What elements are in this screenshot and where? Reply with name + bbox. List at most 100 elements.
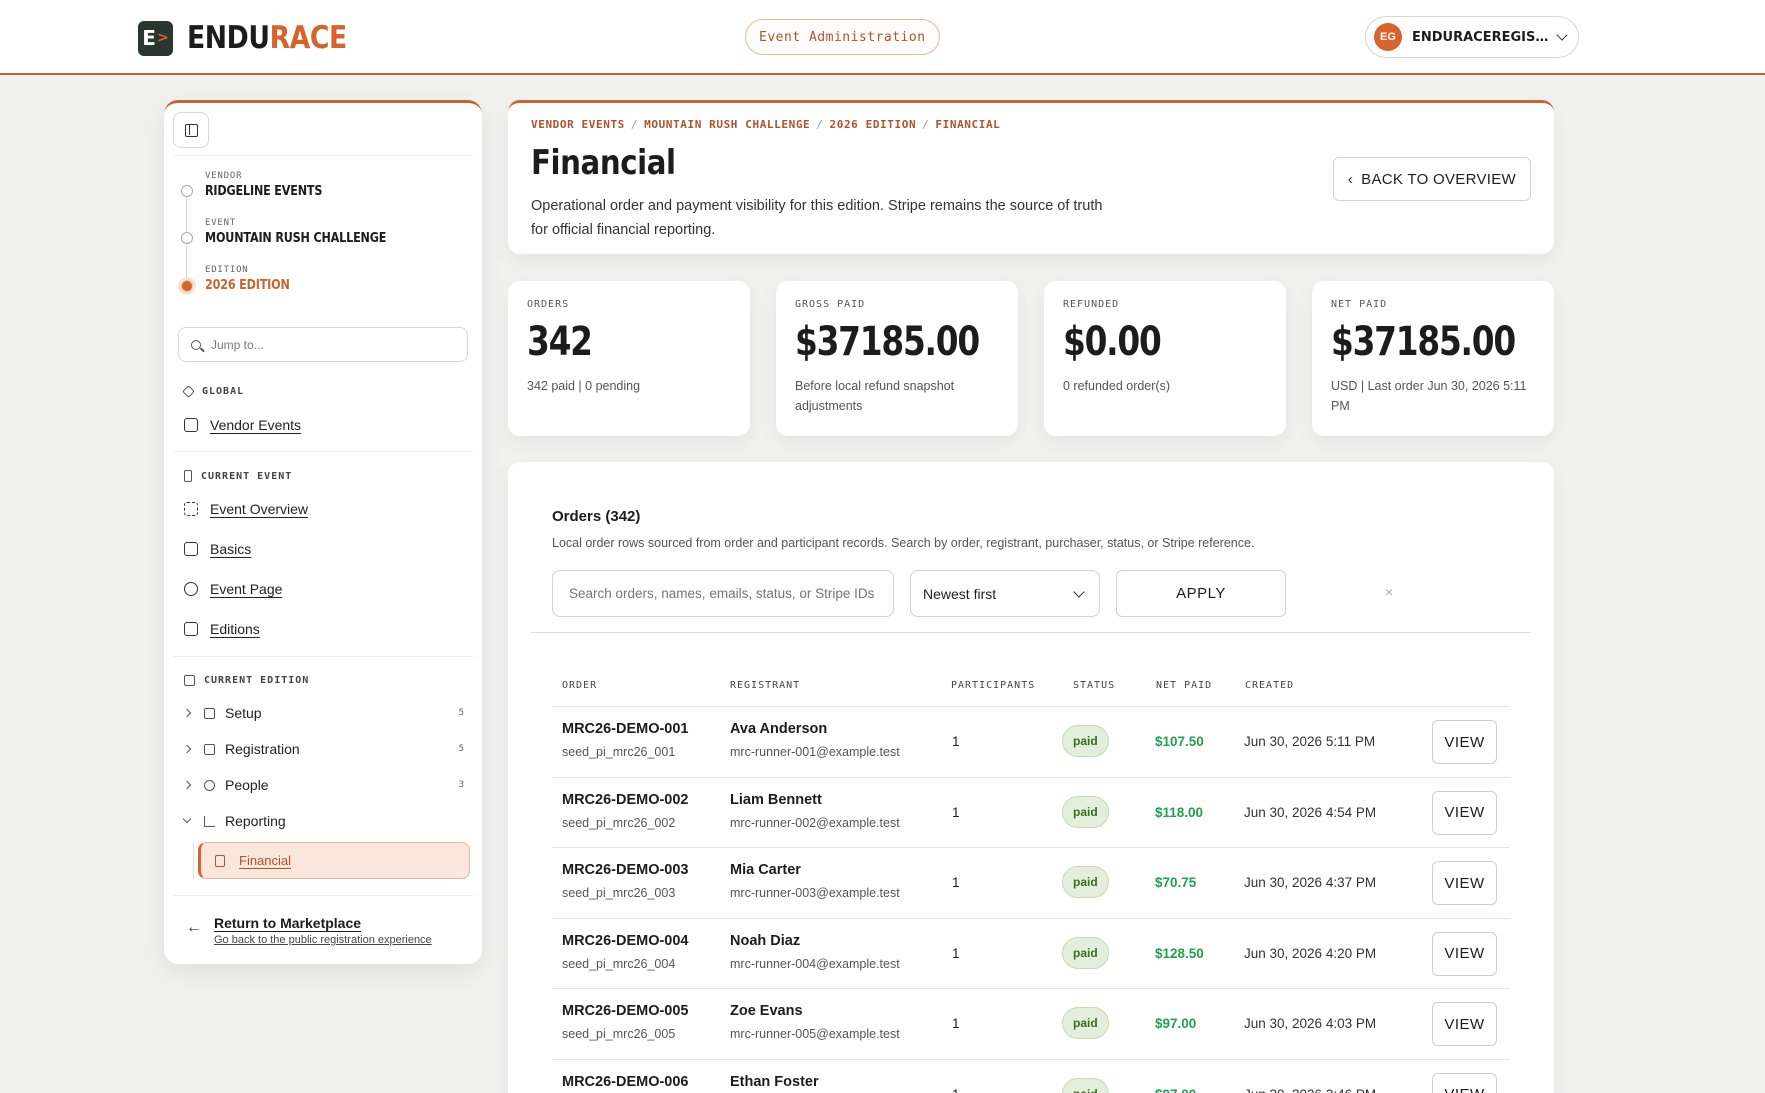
view-order-button[interactable]: VIEW xyxy=(1432,1002,1497,1046)
stat-card-orders: ORDERS 342 342 paid | 0 pending xyxy=(508,281,750,436)
order-id: MRC26-DEMO-006 xyxy=(562,1073,689,1090)
created-date: Jun 30, 2026 5:11 PM xyxy=(1244,734,1376,749)
nav-basics[interactable]: Basics xyxy=(184,541,251,557)
view-order-button[interactable]: VIEW xyxy=(1432,861,1497,905)
nav-event-overview[interactable]: Event Overview xyxy=(184,501,308,517)
registrant-name: Noah Diaz xyxy=(730,932,801,949)
registrant-cell: Noah Diaz mrc-runner-004@example.test xyxy=(730,933,900,971)
breadcrumb-item[interactable]: MOUNTAIN RUSH CHALLENGE xyxy=(644,118,810,131)
stat-subtext: Before local refund snapshot adjustments xyxy=(795,379,955,413)
net-paid-value: $107.50 xyxy=(1155,734,1204,749)
jump-placeholder: Jump to... xyxy=(211,337,264,352)
order-cell: MRC26-DEMO-002 seed_pi_mrc26_002 xyxy=(562,792,689,830)
view-order-button[interactable]: VIEW xyxy=(1432,790,1497,835)
arrow-left-icon: ← xyxy=(186,919,202,936)
order-ref: seed_pi_mrc26_002 xyxy=(562,815,676,830)
section-global: GLOBAL xyxy=(182,385,244,398)
nav-group-reporting[interactable]: Reporting xyxy=(182,813,464,829)
context-event[interactable]: EVENT MOUNTAIN RUSH CHALLENGE xyxy=(205,218,416,246)
section-heading: CURRENT EDITION xyxy=(204,675,310,686)
sidebar: VENDOR RIDGELINE EVENTS EVENT MOUNTAIN R… xyxy=(164,100,482,964)
nav-label: Financial xyxy=(239,853,292,868)
tree-dot xyxy=(181,185,193,197)
table-row[interactable]: MRC26-DEMO-001 seed_pi_mrc26_001 Ava Ander… xyxy=(552,706,1510,777)
divider xyxy=(173,656,473,657)
orders-title: Orders (342) xyxy=(552,508,641,525)
table-row[interactable]: MRC26-DEMO-003 seed_pi_mrc26_003 Mia Carte… xyxy=(552,847,1510,918)
nav-group-registration[interactable]: Registration 5 xyxy=(182,741,464,757)
table-row[interactable]: MRC26-DEMO-006seed_pi_mrc26_006 Ethan Fos… xyxy=(552,1058,1510,1093)
calendar-icon xyxy=(184,622,198,636)
participants-count: 1 xyxy=(952,1087,960,1093)
stat-value: $37185.00 xyxy=(795,319,980,365)
nav-label: Setup xyxy=(225,705,262,721)
nav-label: Event Overview xyxy=(210,501,309,517)
nav-editions[interactable]: Editions xyxy=(184,621,260,637)
registrant-email: mrc-runner-002@example.test xyxy=(730,815,900,830)
chevron-right-icon xyxy=(182,780,192,790)
breadcrumb-item[interactable]: 2026 EDITION xyxy=(830,118,917,131)
stat-card-net-paid: NET PAID $37185.00 USD | Last order Jun … xyxy=(1312,281,1554,436)
sort-select[interactable]: Newest first xyxy=(910,570,1100,617)
nav-vendor-events[interactable]: Vendor Events xyxy=(184,417,301,433)
sidebar-toggle-icon xyxy=(184,123,198,137)
jump-to-input[interactable]: Jump to... xyxy=(178,327,468,362)
stat-card-refunded: REFUNDED $0.00 0 refunded order(s) xyxy=(1044,281,1286,436)
table-row[interactable]: MRC26-DEMO-005 seed_pi_mrc26_005 Zoe Evans… xyxy=(552,988,1510,1059)
nav-financial-active[interactable]: Financial xyxy=(198,842,470,879)
receipt-icon xyxy=(215,854,225,867)
apply-button[interactable]: APPLY xyxy=(1116,570,1286,617)
registrant-cell: Zoe Evans mrc-runner-005@example.test xyxy=(730,1003,900,1041)
stat-label: ORDERS xyxy=(527,299,570,310)
bookmark-icon xyxy=(184,470,192,482)
status-badge: paid xyxy=(1062,866,1109,898)
page-description: Operational order and payment visibility… xyxy=(531,198,1103,238)
order-search-input[interactable] xyxy=(552,570,894,617)
layers-icon xyxy=(182,385,195,398)
section-current-edition: CURRENT EDITION xyxy=(184,675,309,686)
order-id: MRC26-DEMO-001 xyxy=(562,721,689,737)
nav-group-setup[interactable]: Setup 5 xyxy=(182,705,464,721)
brand-name: ENDURACE xyxy=(187,20,347,56)
chevron-down-icon xyxy=(1556,29,1568,41)
search-icon xyxy=(191,339,201,350)
orders-card: Orders (342) Local order rows sourced fr… xyxy=(508,462,1554,1093)
participants-count: 1 xyxy=(952,945,960,961)
order-id: MRC26-DEMO-004 xyxy=(562,932,689,949)
orders-description: Local order rows sourced from order and … xyxy=(552,536,1255,550)
back-to-overview-button[interactable]: ‹ BACK TO OVERVIEW xyxy=(1332,157,1531,201)
registrant-cell: Mia Carter mrc-runner-003@example.test xyxy=(730,862,900,900)
divider xyxy=(173,895,473,896)
status-badge: paid xyxy=(1062,936,1109,969)
table-row[interactable]: MRC26-DEMO-004 seed_pi_mrc26_004 Noah Diaz… xyxy=(552,917,1510,989)
view-order-button[interactable]: VIEW xyxy=(1432,931,1497,976)
chevron-left-icon: ‹ xyxy=(1347,170,1354,188)
sliders-icon xyxy=(204,707,215,719)
top-bar: E > ENDURACE Event Administration EG ENDU… xyxy=(0,0,1765,75)
nav-count: 5 xyxy=(458,708,464,718)
return-to-marketplace-link[interactable]: ← Return to Marketplace Go back to the p… xyxy=(186,915,432,946)
chevron-down-icon xyxy=(182,814,192,824)
registrant-name: Mia Carter xyxy=(730,862,801,878)
context-vendor[interactable]: VENDOR RIDGELINE EVENTS xyxy=(205,171,341,199)
stat-subtext: 0 refunded order(s) xyxy=(1063,379,1171,393)
view-order-button[interactable]: VIEW xyxy=(1432,1072,1497,1093)
order-cell: MRC26-DEMO-005 seed_pi_mrc26_005 xyxy=(562,1003,689,1041)
collapse-sidebar-button[interactable] xyxy=(173,112,209,148)
view-order-button[interactable]: VIEW xyxy=(1432,720,1497,764)
brand-logo[interactable]: E > ENDURACE xyxy=(138,20,373,56)
table-row[interactable]: MRC26-DEMO-002 seed_pi_mrc26_002 Liam Benn… xyxy=(552,776,1510,848)
nav-event-page[interactable]: Event Page xyxy=(184,581,282,597)
context-edition[interactable]: EDITION 2026 EDITION xyxy=(205,265,303,293)
clear-search-icon[interactable]: × xyxy=(1385,584,1393,600)
tree-line xyxy=(193,843,194,879)
net-paid-value: $97.00 xyxy=(1155,1087,1196,1093)
nav-group-people[interactable]: People 3 xyxy=(182,777,464,793)
registrant-cell: Liam Bennett mrc-runner-002@example.test xyxy=(730,792,900,830)
registrant-email: mrc-runner-004@example.test xyxy=(730,956,900,971)
user-menu-button[interactable]: EG ENDURACEREGISTRAT... xyxy=(1365,16,1579,58)
breadcrumb-item[interactable]: VENDOR EVENTS xyxy=(531,118,625,131)
net-paid-value: $128.50 xyxy=(1155,945,1204,961)
order-id: MRC26-DEMO-003 xyxy=(562,862,689,878)
participants-count: 1 xyxy=(952,875,960,890)
